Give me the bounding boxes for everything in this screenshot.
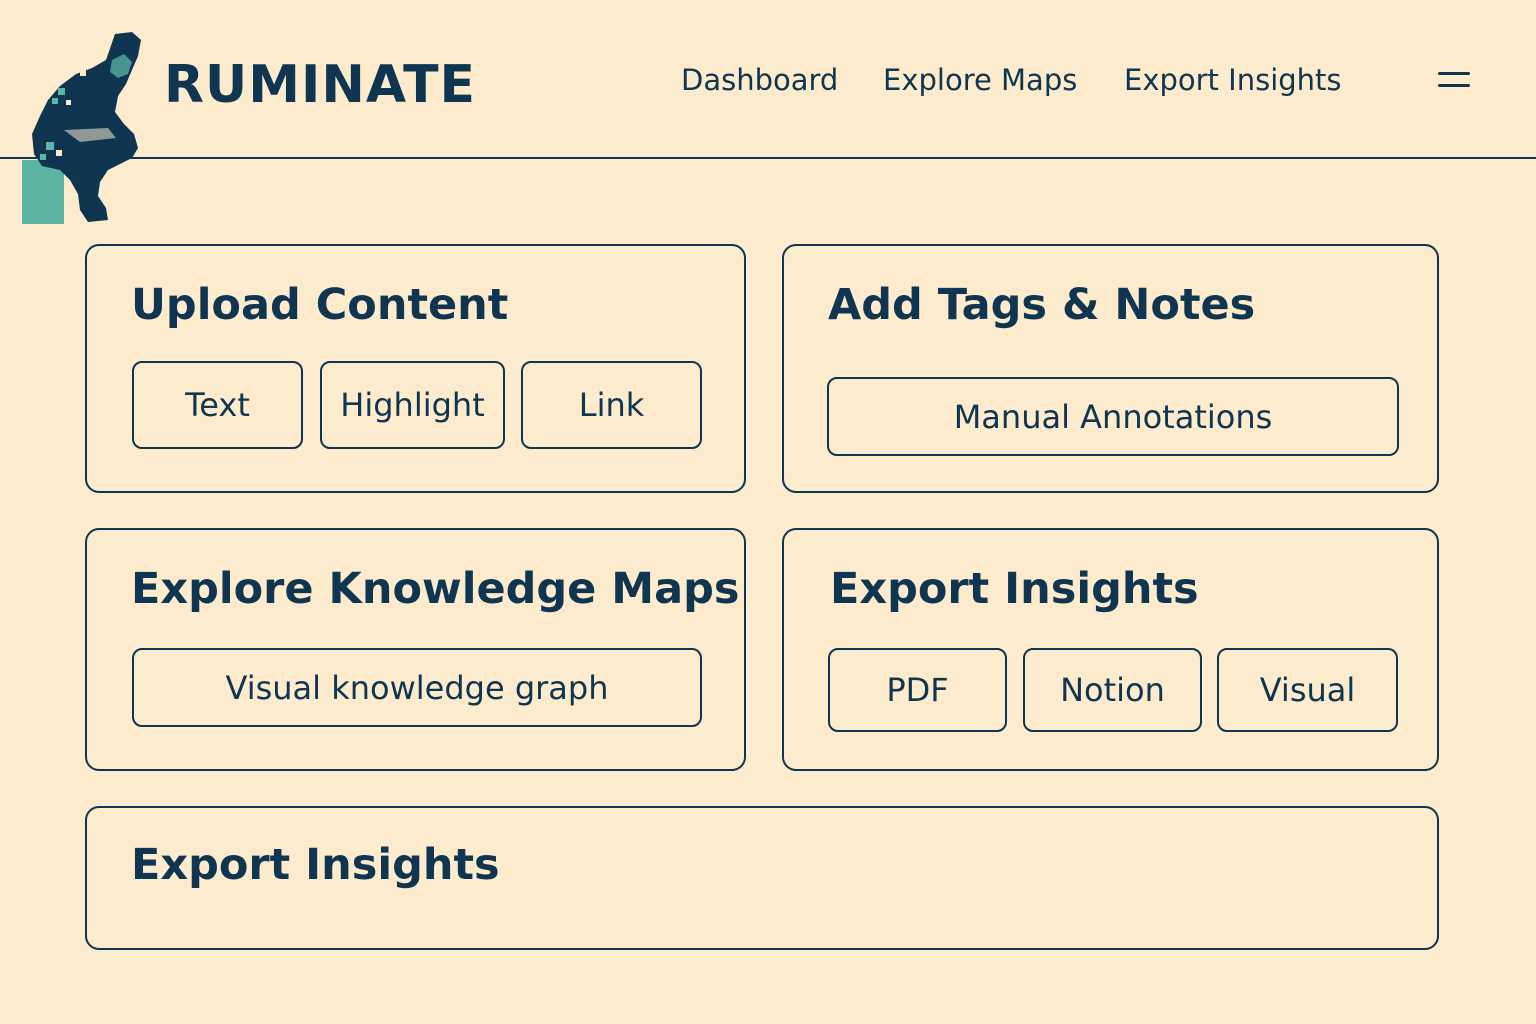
thinker-statue-icon [22, 32, 141, 224]
export-insights-card: Export Insights PDF Notion Visual [782, 528, 1439, 771]
export-notion-button[interactable]: Notion [1023, 648, 1202, 732]
nav-dashboard[interactable]: Dashboard [681, 60, 838, 100]
export-visual-button[interactable]: Visual [1217, 648, 1398, 732]
export-pdf-button[interactable]: PDF [828, 648, 1007, 732]
tags-notes-title: Add Tags & Notes [828, 280, 1256, 330]
upload-highlight-button[interactable]: Highlight [320, 361, 505, 449]
upload-link-button[interactable]: Link [521, 361, 702, 449]
explore-maps-card: Explore Knowledge Maps Visual knowledge … [85, 528, 746, 771]
export-insights-wide-title: Export Insights [131, 840, 500, 890]
export-insights-title: Export Insights [830, 564, 1199, 614]
visual-knowledge-graph-button[interactable]: Visual knowledge graph [132, 648, 702, 727]
top-header: RUMINATE Dashboard Explore Maps Export I… [0, 0, 1536, 224]
upload-text-button[interactable]: Text [132, 361, 303, 449]
tags-notes-card: Add Tags & Notes Manual Annotations [782, 244, 1439, 493]
hamburger-menu-icon[interactable] [1438, 68, 1472, 94]
export-insights-wide-card: Export Insights [85, 806, 1439, 950]
nav-export-insights[interactable]: Export Insights [1124, 60, 1342, 100]
brand-name: RUMINATE [164, 55, 477, 115]
explore-maps-title: Explore Knowledge Maps [131, 564, 740, 614]
manual-annotations-button[interactable]: Manual Annotations [827, 377, 1399, 456]
upload-content-card: Upload Content Text Highlight Link [85, 244, 746, 493]
nav-explore-maps[interactable]: Explore Maps [883, 60, 1077, 100]
upload-content-title: Upload Content [131, 280, 509, 330]
